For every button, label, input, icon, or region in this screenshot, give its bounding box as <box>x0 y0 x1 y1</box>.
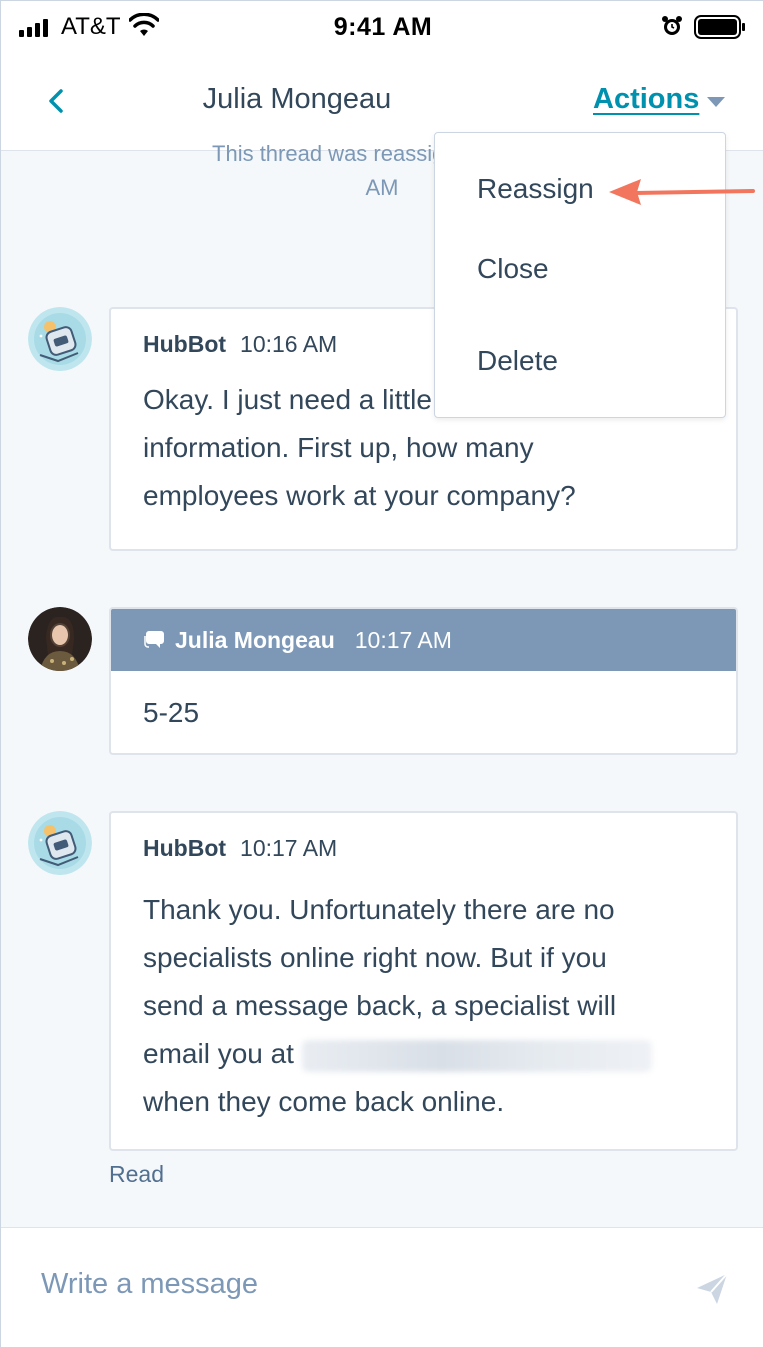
message-line: information. First up, how many <box>143 432 534 463</box>
robot-icon <box>28 811 92 875</box>
menu-item-reassign[interactable]: Reassign <box>477 173 594 205</box>
redacted-email <box>301 1039 652 1072</box>
contact-avatar <box>28 607 92 671</box>
message-composer: Write a message <box>1 1227 763 1347</box>
message-line: send a message back, a specialist will <box>143 990 617 1021</box>
hubbot-avatar <box>28 811 92 875</box>
status-bar: AT&T 9:41 AM <box>1 1 763 53</box>
message-text: Thank you. Unfortunately there are no sp… <box>111 886 736 1126</box>
sender-name: HubBot <box>143 835 227 861</box>
message-time: 10:16 AM <box>240 331 338 357</box>
sender-name: HubBot <box>143 331 227 357</box>
message-time: 10:17 AM <box>354 626 452 653</box>
message-line: employees work at your company? <box>143 480 576 511</box>
hubbot-avatar <box>28 307 92 371</box>
contact-photo <box>28 607 92 671</box>
message-time: 10:17 AM <box>240 835 338 861</box>
battery-icon <box>694 15 745 39</box>
message-line: Thank you. Unfortunately there are no <box>143 894 615 925</box>
message-line: specialists online right now. But if you <box>143 942 607 973</box>
alarm-icon <box>662 16 682 35</box>
robot-icon <box>28 307 92 371</box>
menu-item-close[interactable]: Close <box>477 253 549 285</box>
message-input[interactable]: Write a message <box>41 1268 258 1301</box>
menu-item-delete[interactable]: Delete <box>477 345 558 377</box>
message-line-text: email you at <box>143 1038 294 1069</box>
message-line: when they come back online. <box>143 1086 505 1117</box>
message-text: 5-25 <box>143 697 200 728</box>
message-line: email you at <box>143 1030 704 1078</box>
actions-menu-button[interactable]: Actions <box>593 83 699 116</box>
phone-screen: AT&T 9:41 AM Julia Mongeau Actions This … <box>0 0 764 1348</box>
message-meta: HubBot 10:17 AM <box>111 835 736 862</box>
caret-down-icon[interactable] <box>707 97 725 107</box>
message-bubble: HubBot 10:17 AM Thank you. Unfortunately … <box>109 811 738 1151</box>
annotation-arrow-icon <box>609 179 755 205</box>
chat-bubble-icon <box>144 631 164 648</box>
status-time: 9:41 AM <box>333 13 433 41</box>
sender-name: Julia Mongeau <box>175 626 335 653</box>
visitor-message-header: Julia Mongeau 10:17 AM <box>111 609 736 671</box>
page-title: Julia Mongeau <box>202 83 392 115</box>
send-icon[interactable] <box>695 1272 729 1306</box>
message-bubble: Julia Mongeau 10:17 AM 5-25 <box>109 607 738 755</box>
read-receipt: Read <box>109 1161 164 1187</box>
